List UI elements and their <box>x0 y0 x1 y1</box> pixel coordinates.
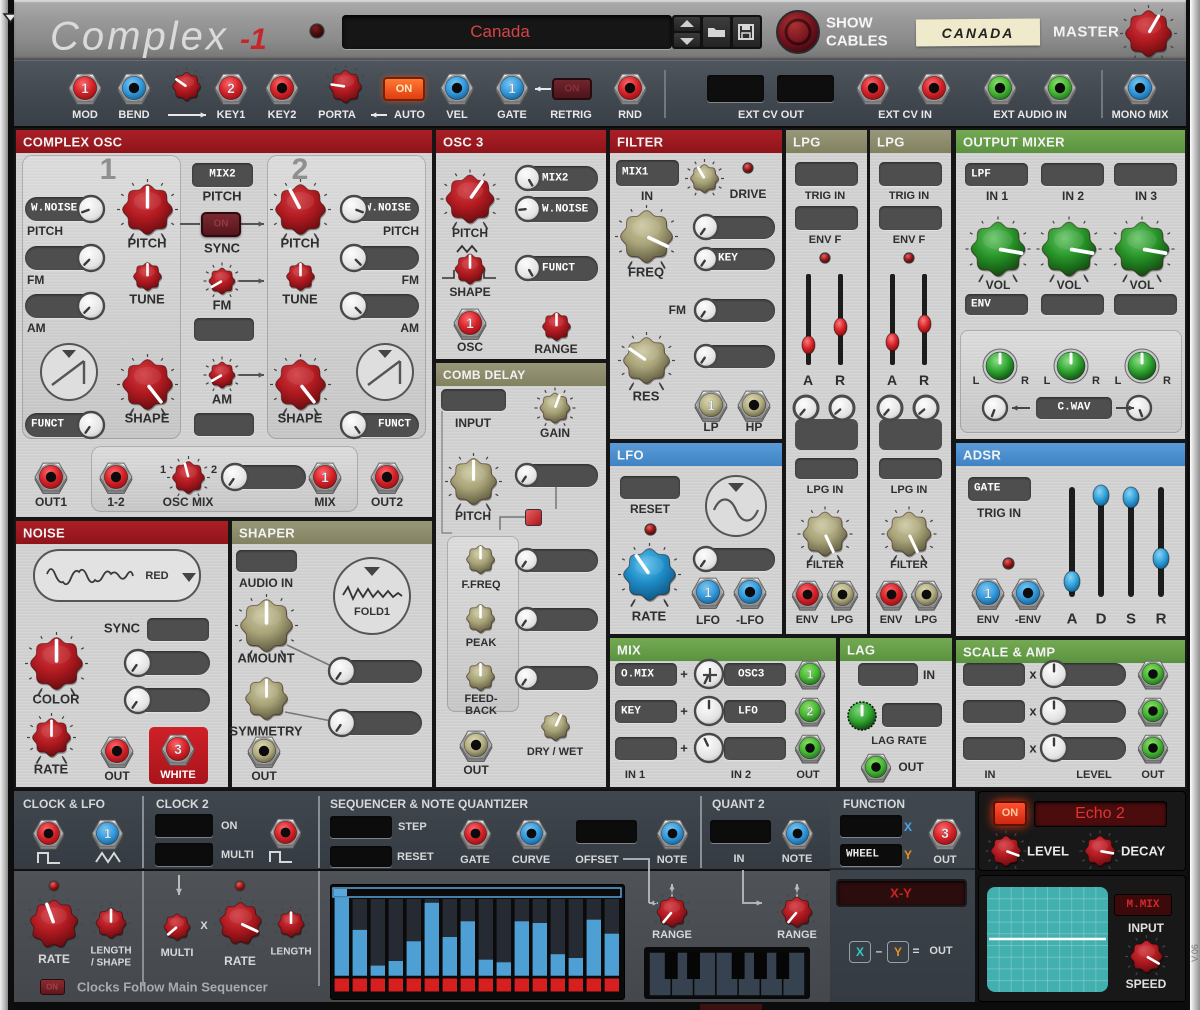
svg-text:1: 1 <box>807 667 814 681</box>
svg-text:1: 1 <box>508 81 516 96</box>
svg-text:3: 3 <box>941 826 949 841</box>
svg-text:FOLD1: FOLD1 <box>354 606 390 618</box>
svg-text:1: 1 <box>984 586 992 601</box>
svg-text:1: 1 <box>81 81 89 96</box>
svg-text:1: 1 <box>103 826 110 841</box>
svg-text:3: 3 <box>174 742 182 757</box>
svg-text:1: 1 <box>704 585 712 600</box>
svg-text:2: 2 <box>227 81 235 96</box>
svg-text:1: 1 <box>466 316 474 331</box>
svg-text:1: 1 <box>321 470 329 485</box>
svg-text:2: 2 <box>807 704 814 718</box>
svg-text:1: 1 <box>707 398 715 413</box>
